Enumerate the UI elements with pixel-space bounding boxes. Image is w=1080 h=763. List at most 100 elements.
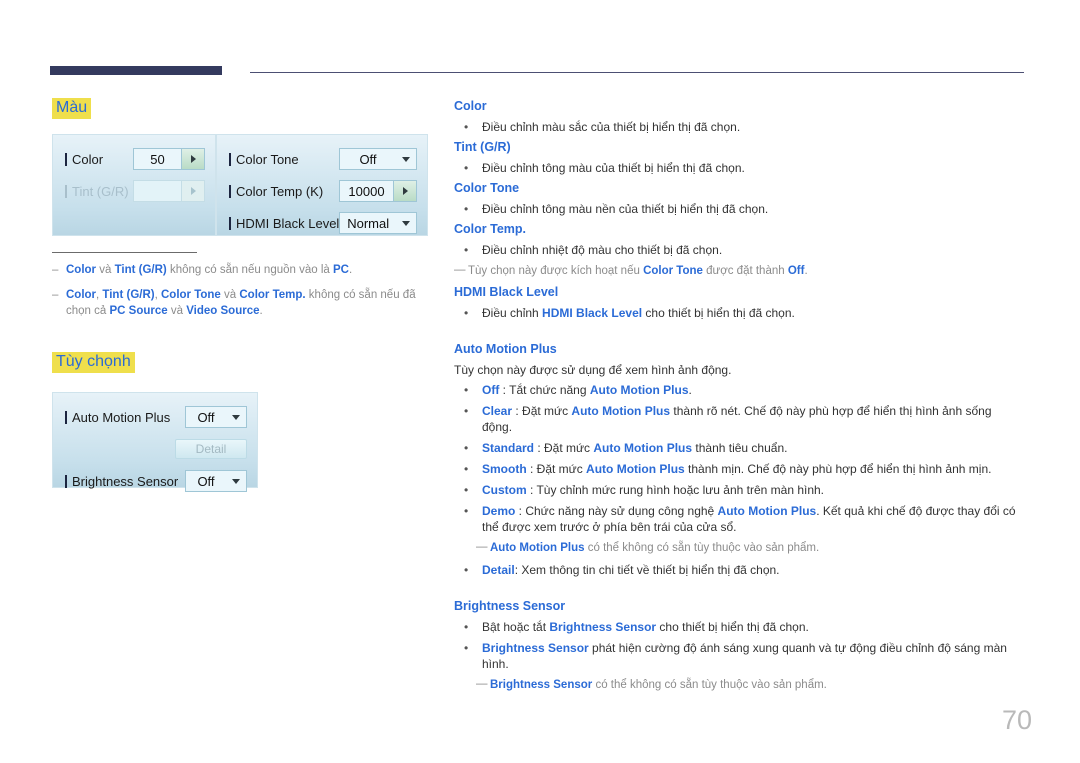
body-text: có thể không có sẵn tùy thuộc vào sản ph… (592, 679, 827, 691)
emphasis-term: Custom (482, 483, 527, 497)
body-text: được đặt thành (702, 265, 788, 277)
chevron-down-icon[interactable] (226, 414, 246, 420)
description-heading: Auto Motion Plus (454, 342, 557, 356)
osd-stepper[interactable]: 50 (133, 148, 205, 170)
description-heading: Color Temp. (454, 222, 526, 236)
osd-row-label: Auto Motion Plus (65, 410, 170, 425)
chevron-right-icon[interactable] (181, 181, 204, 201)
bullet-dot-icon: • (464, 620, 469, 634)
osd-row: Auto Motion Plus Off (65, 403, 247, 431)
osd-row-label: Color (65, 152, 103, 167)
chevron-down-icon[interactable] (226, 478, 246, 484)
body-text: và (220, 289, 240, 301)
description-bullet: • Off : Tắt chức năng Auto Motion Plus. (454, 382, 1024, 398)
bullet-dot-icon: • (464, 504, 469, 518)
notes-separator (52, 252, 197, 253)
osd-row: Color Tone Off (229, 145, 417, 173)
osd-value: Off (197, 473, 215, 489)
osd-row: Brightness Sensor Off (65, 467, 247, 495)
osd-value: Off (197, 409, 215, 425)
osd-value: 50 (150, 151, 165, 167)
chevron-down-icon[interactable] (396, 156, 416, 162)
emphasis-term: PC Source (109, 305, 168, 317)
bullet-dot-icon: • (464, 202, 469, 216)
osd-dropdown[interactable]: Off (185, 470, 247, 492)
emphasis-term: Smooth (482, 462, 527, 476)
emphasis-term: Auto Motion Plus (593, 441, 693, 455)
bullet-marker-icon (65, 152, 67, 166)
osd-stepper[interactable] (133, 180, 205, 202)
body-text: . (259, 305, 263, 317)
emphasis-term: Auto Motion Plus (490, 542, 585, 554)
body-text: . (688, 383, 692, 397)
description-heading: Brightness Sensor (454, 599, 566, 613)
bullet-marker-icon (65, 410, 67, 424)
body-text: : Đặt mức (512, 404, 572, 418)
osd-row: HDMI Black Level Normal (229, 209, 417, 237)
body-text: . (804, 265, 808, 277)
osd-row: Detail (65, 435, 247, 463)
page-number: 70 (1001, 705, 1032, 735)
description-bullet: • Điều chỉnh HDMI Black Level cho thiết b… (454, 305, 1024, 321)
body-text: và (167, 305, 187, 317)
body-text: Tùy chọn này được kích hoạt nếu (468, 265, 644, 277)
bullet-dot-icon: • (464, 404, 469, 418)
body-text: Điều chỉnh màu sắc của thiết bị hiển thị… (482, 120, 741, 134)
note-dash-icon: – (52, 264, 59, 276)
osd-label-text: Auto Motion Plus (72, 409, 171, 425)
description-note: — Auto Motion Plus có thể không có sẵn tù… (476, 540, 1024, 556)
osd-panel-options: Auto Motion Plus Off Detail Brightness Sens… (52, 392, 258, 492)
section-title-color: Màu (52, 98, 92, 119)
osd-color-panel-group: Color 50 Tint (G/R) Color Tone Off Color Tem… (52, 134, 428, 236)
manual-page: Màu Color 50 Tint (G/R) Color Tone Off Color… (0, 0, 1080, 763)
body-text: : Tùy chỉnh mức rung hình hoặc lưu ảnh t… (526, 483, 825, 497)
body-text: Bật hoặc tắt (482, 620, 550, 634)
bullet-dot-icon: • (464, 563, 469, 577)
description-column: Color • Điều chỉnh màu sắc của thiết bị hi… (454, 99, 1024, 699)
bullet-marker-icon (229, 216, 231, 230)
bullet-marker-icon (65, 184, 67, 198)
emphasis-term: Off (482, 383, 500, 397)
description-bullet: • Điều chỉnh màu sắc của thiết bị hiển th… (454, 119, 1024, 135)
emphasis-term: Color (66, 264, 97, 276)
osd-row: Color 50 (65, 145, 205, 173)
header-bar-thick (50, 66, 222, 75)
emphasis-term: Auto Motion Plus (717, 504, 817, 518)
osd-dropdown[interactable]: Off (339, 148, 417, 170)
header-rule (50, 66, 1024, 76)
section-title-options: Tùy chọnh (52, 352, 135, 373)
osd-panel-color-right: Color Tone Off Color Temp (K) 10000 HDMI Bla… (216, 134, 428, 236)
body-text: . (348, 264, 353, 276)
description-bullet: • Smooth : Đặt mức Auto Motion Plus thành… (454, 461, 1024, 477)
osd-value: Off (359, 151, 377, 167)
osd-row-label: Color Temp (K) (229, 184, 323, 199)
bullet-dot-icon: • (464, 306, 469, 320)
body-text: : Chức năng này sử dụng công nghệ (515, 504, 718, 518)
osd-value: 10000 (348, 183, 385, 199)
chevron-right-icon[interactable] (393, 181, 416, 201)
emphasis-term: Color Temp. (239, 289, 306, 301)
osd-dropdown[interactable]: Off (185, 406, 247, 428)
emphasis-term: Video Source (186, 305, 260, 317)
description-heading: Color (454, 99, 487, 113)
note-dash-icon: — (454, 264, 466, 276)
note-dash-icon: — (476, 541, 488, 553)
osd-panel-color-left: Color 50 Tint (G/R) (52, 134, 216, 236)
chevron-right-icon[interactable] (181, 149, 204, 169)
body-text: Điều chỉnh (482, 306, 543, 320)
emphasis-term: Color (66, 289, 97, 301)
osd-dropdown[interactable]: Normal (339, 212, 417, 234)
detail-button[interactable]: Detail (175, 439, 247, 459)
emphasis-term: Auto Motion Plus (571, 404, 671, 418)
osd-row-label: Brightness Sensor (65, 474, 178, 489)
emphasis-term: Detail (482, 563, 515, 577)
body-text: không có sẵn nếu nguồn vào là (166, 264, 333, 276)
description-bullet: • Điều chỉnh nhiệt độ màu cho thiết bị đã… (454, 242, 1024, 258)
osd-stepper[interactable]: 10000 (339, 180, 417, 202)
chevron-down-icon[interactable] (396, 220, 416, 226)
bullet-marker-icon (229, 184, 231, 198)
bullet-dot-icon: • (464, 161, 469, 175)
body-text: Điều chỉnh nhiệt độ màu cho thiết bị đã … (482, 243, 723, 257)
note-item: – Color, Tint (G/R), Color Tone và Color … (52, 287, 424, 319)
